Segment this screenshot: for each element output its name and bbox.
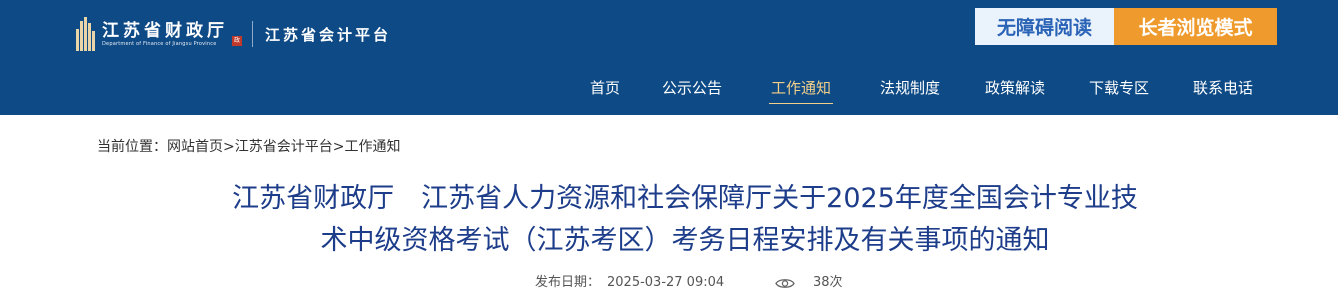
nav-item-contact[interactable]: 联系电话 [1193, 77, 1253, 99]
logo-english: Department of Finance of Jiangsu Provinc… [102, 40, 217, 47]
publish-date-label: 发布日期： [535, 275, 601, 290]
breadcrumb-link-platform[interactable]: 江苏省会计平台 [235, 139, 333, 155]
breadcrumb-separator: > [223, 139, 235, 155]
logo-title: 江苏省财政厅 [102, 20, 228, 41]
article-meta: 发布日期： 2025-03-27 09:04 38次 [0, 272, 1338, 294]
elder-mode-button[interactable]: 长者浏览模式 [1114, 8, 1277, 45]
building-logo-icon [76, 17, 96, 51]
nav-item-regulations[interactable]: 法规制度 [880, 77, 940, 99]
nav-item-announcements[interactable]: 公示公告 [662, 77, 722, 99]
breadcrumb-link-work-notices[interactable]: 工作通知 [344, 139, 400, 155]
breadcrumb: 当前位置：网站首页>江苏省会计平台>工作通知 [97, 137, 400, 157]
logo-subtitle: 江苏省会计平台 [265, 25, 392, 44]
site-header: 江苏省财政厅 Department of Finance of Jiangsu … [0, 0, 1338, 115]
logo-seal-icon: 政 [232, 36, 242, 46]
site-logo[interactable]: 江苏省财政厅 Department of Finance of Jiangsu … [76, 16, 391, 52]
article-title-line-1: 江苏省财政厅 江苏省人力资源和社会保障厅关于2025年度全国会计专业技 [232, 183, 1138, 214]
nav-item-policy-interpretation[interactable]: 政策解读 [985, 77, 1045, 99]
nav-item-home[interactable]: 首页 [590, 77, 620, 99]
breadcrumb-prefix: 当前位置： [97, 139, 167, 155]
nav-item-work-notices[interactable]: 工作通知 [768, 77, 834, 104]
logo-divider [252, 21, 253, 47]
breadcrumb-separator: > [332, 139, 345, 155]
breadcrumb-link-home[interactable]: 网站首页 [167, 139, 223, 155]
nav-item-downloads[interactable]: 下载专区 [1089, 77, 1149, 99]
eye-icon [775, 279, 795, 288]
main-nav: 首页 公示公告 工作通知 法规制度 政策解读 下载专区 联系电话 [0, 77, 1338, 104]
article-title-line-2: 术中级资格考试（江苏考区）考务日程安排及有关事项的通知 [320, 225, 1050, 256]
publish-date: 2025-03-27 09:04 [607, 275, 725, 290]
view-count: 38次 [813, 275, 843, 290]
accessibility-reading-button[interactable]: 无障碍阅读 [975, 8, 1114, 45]
article-title: 江苏省财政厅 江苏省人力资源和社会保障厅关于2025年度全国会计专业技 术中级资… [120, 178, 1250, 262]
